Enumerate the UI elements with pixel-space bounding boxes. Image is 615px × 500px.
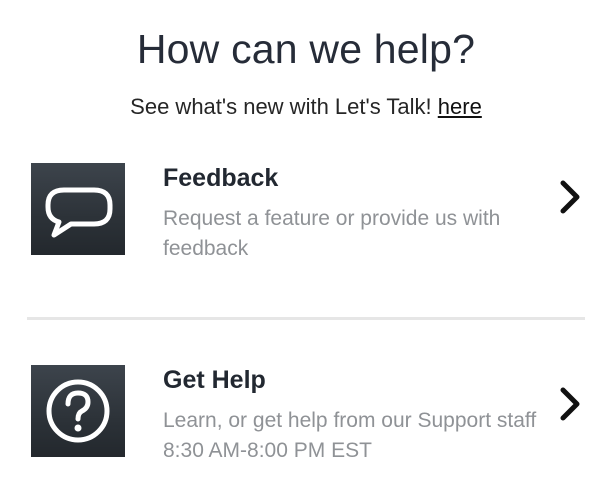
speech-bubble-icon [45, 187, 113, 238]
page-title: How can we help? [136, 26, 476, 72]
whats-new-link[interactable]: here [438, 94, 482, 119]
get-help-option[interactable]: Get Help Learn, or get help from our Sup… [0, 362, 615, 472]
feedback-option[interactable]: Feedback Request a feature or provide us… [0, 160, 615, 270]
feedback-title: Feedback [163, 164, 279, 192]
feedback-description: Request a feature or provide us with fee… [163, 207, 501, 260]
section-divider [27, 317, 585, 320]
get-help-title: Get Help [163, 366, 266, 394]
question-circle-icon [46, 379, 110, 443]
get-help-description: Learn, or get help from our Support staf… [163, 409, 537, 462]
get-help-tile [31, 365, 125, 457]
whats-new-banner: See what's new with Let's Talk! here [0, 94, 612, 120]
chevron-right-icon[interactable] [557, 179, 583, 215]
chevron-right-icon[interactable] [557, 386, 583, 422]
whats-new-text: See what's new with Let's Talk! [130, 94, 438, 119]
feedback-tile [31, 163, 125, 255]
